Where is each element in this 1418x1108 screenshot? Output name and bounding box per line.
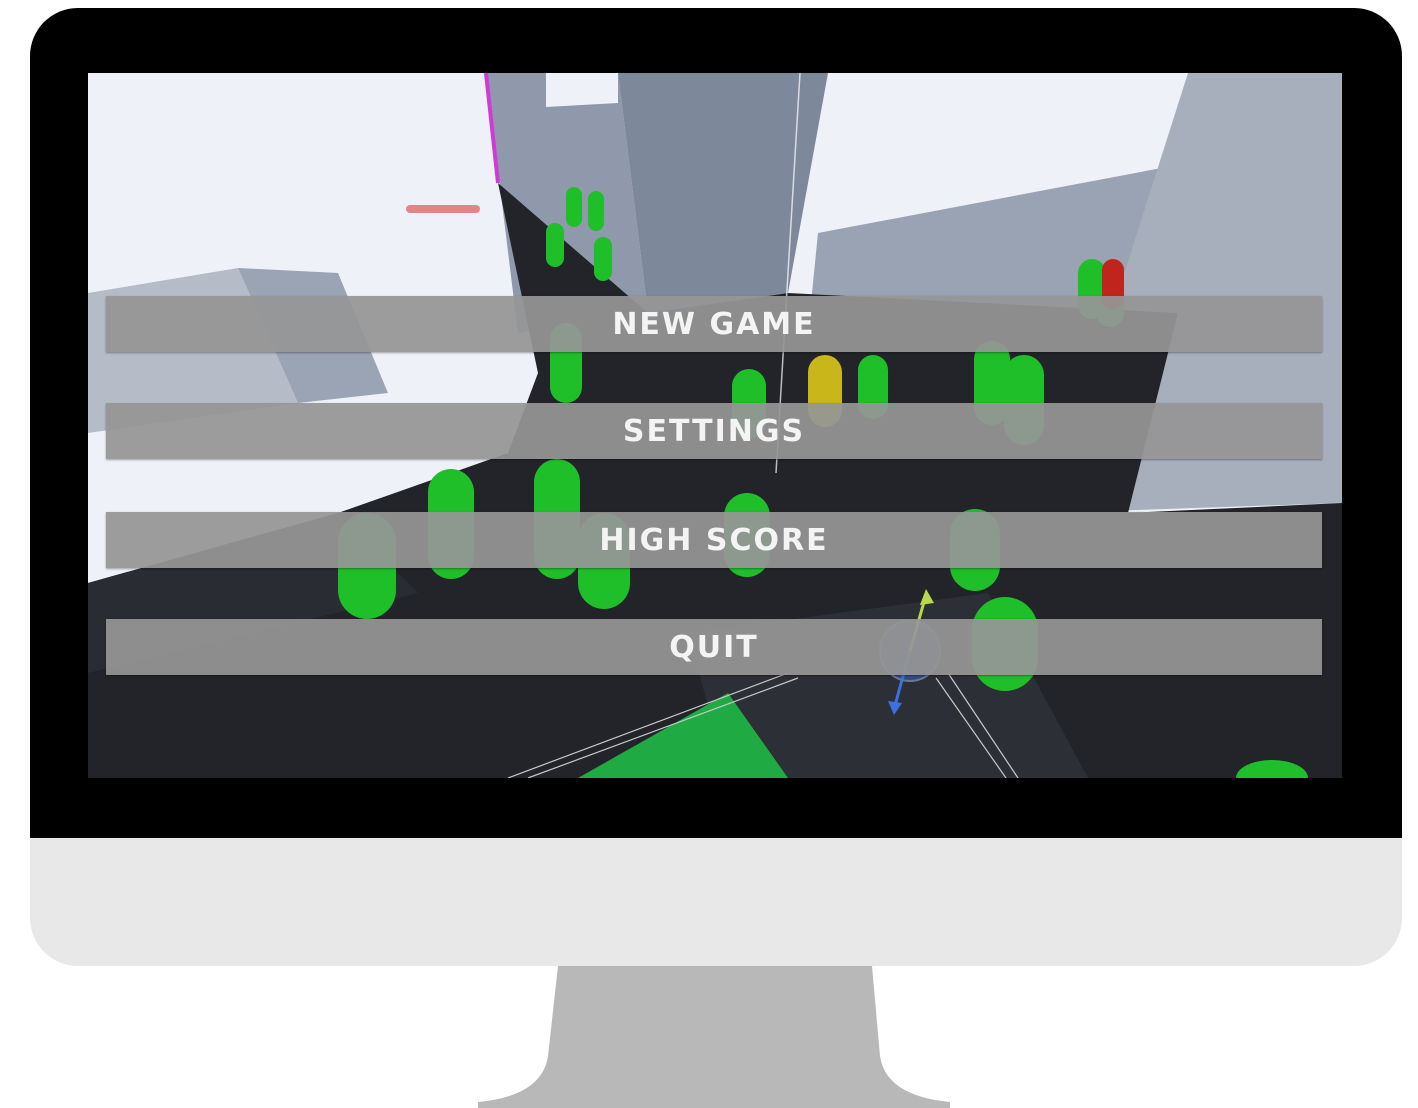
settings-button[interactable]: SETTINGS	[106, 403, 1322, 459]
quit-button[interactable]: QUIT	[106, 619, 1322, 675]
quit-label: QUIT	[669, 629, 759, 665]
new-game-label: NEW GAME	[612, 306, 816, 342]
monitor-chin	[30, 838, 1402, 966]
settings-label: SETTINGS	[622, 413, 806, 449]
high-score-label: HIGH SCORE	[599, 522, 829, 558]
main-menu: NEW GAME SETTINGS HIGH SCORE QUIT	[88, 73, 1342, 778]
new-game-button[interactable]: NEW GAME	[106, 296, 1322, 352]
monitor-stand	[478, 966, 950, 1108]
high-score-button[interactable]: HIGH SCORE	[106, 512, 1322, 568]
game-screen[interactable]: NEW GAME SETTINGS HIGH SCORE QUIT	[88, 73, 1342, 778]
desktop-mockup: NEW GAME SETTINGS HIGH SCORE QUIT	[0, 0, 1418, 1108]
